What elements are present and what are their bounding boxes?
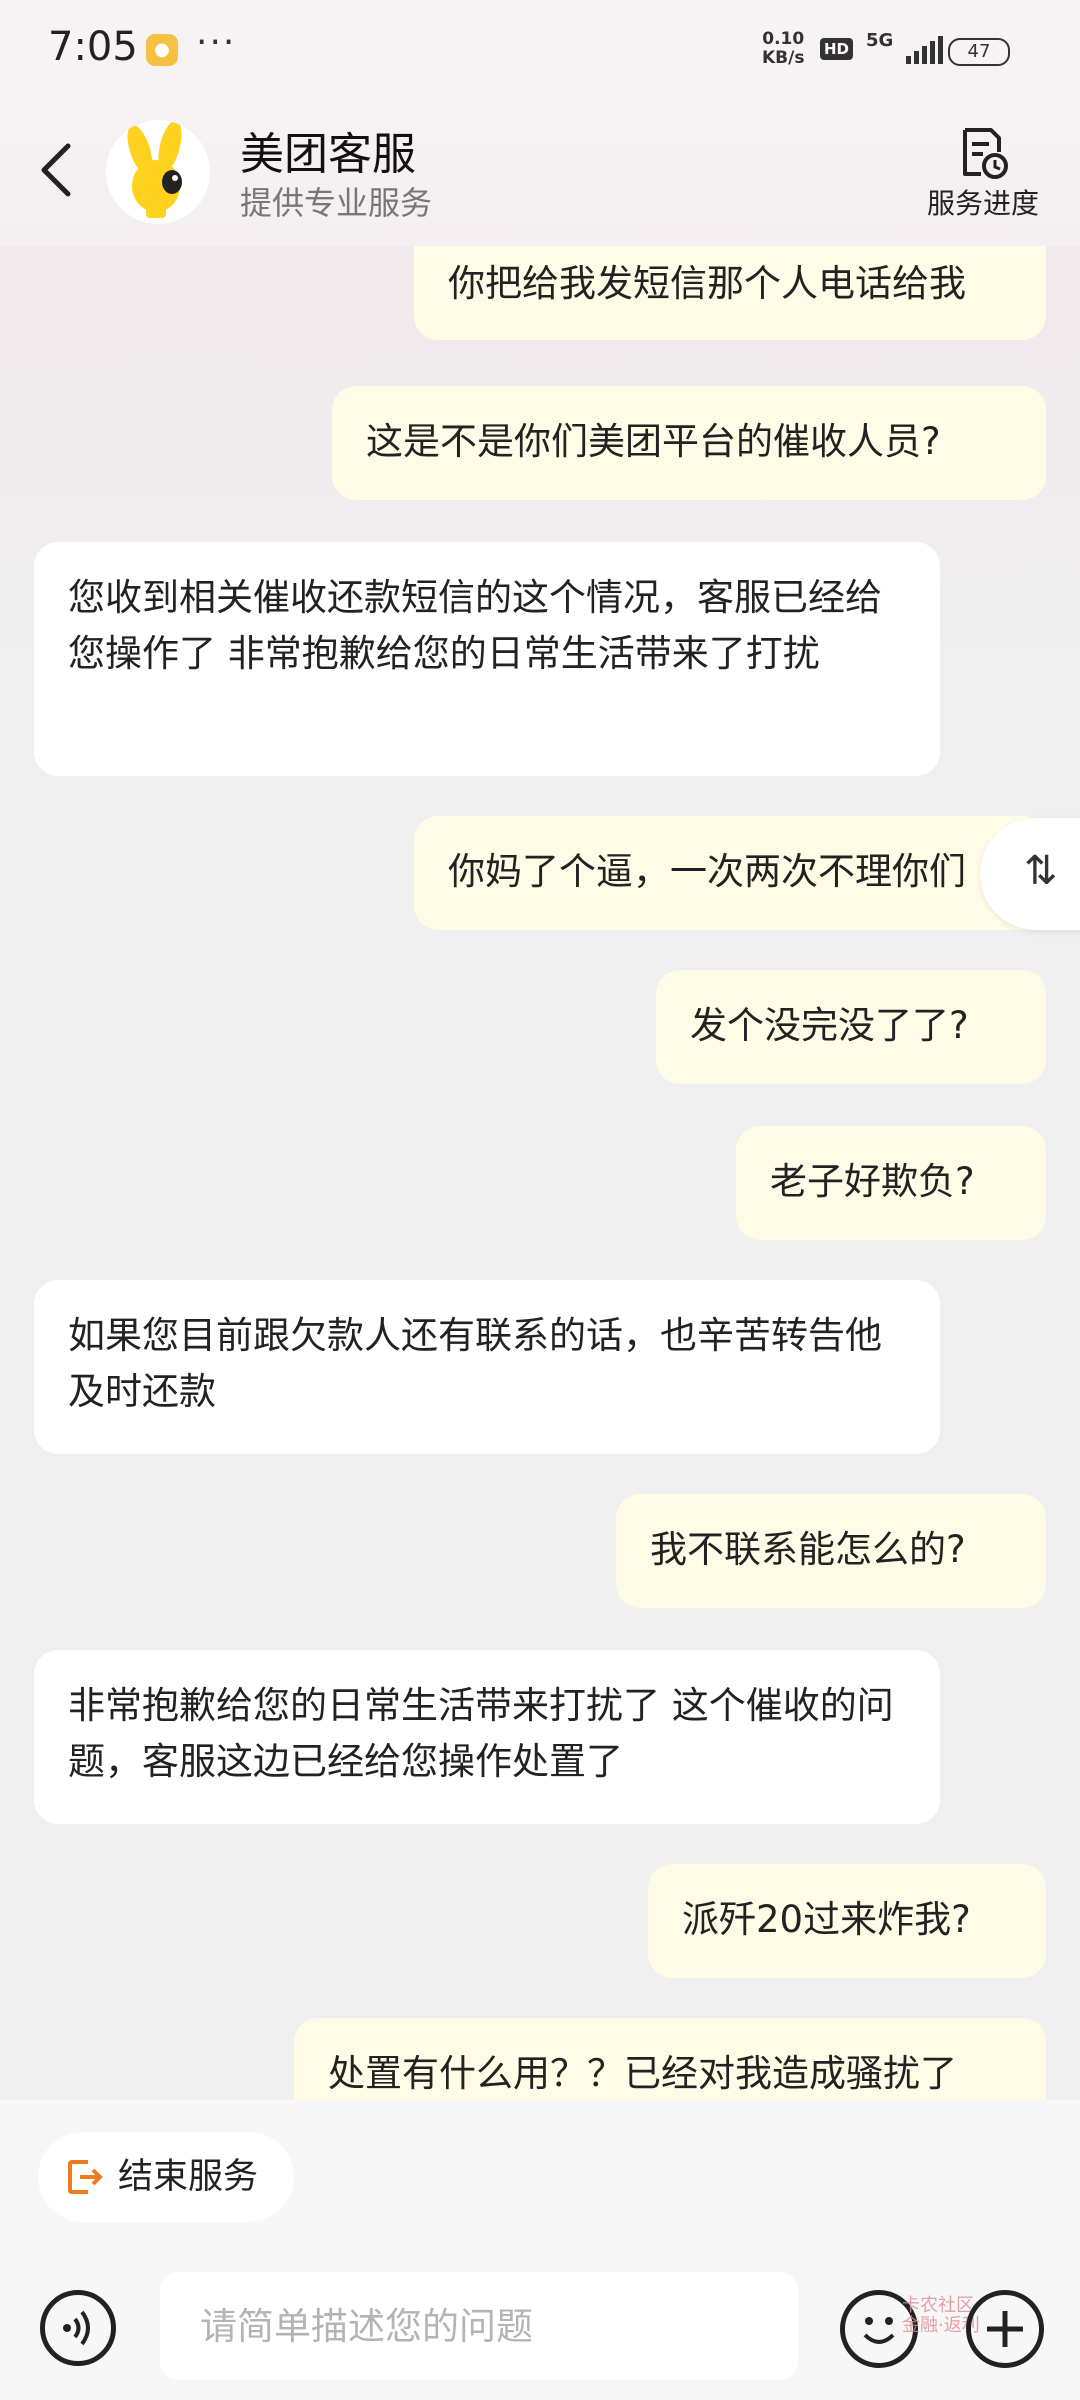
user-message: 老子好欺负? <box>736 1126 1046 1240</box>
voice-icon <box>63 2310 90 2346</box>
mascot-icon <box>127 120 182 218</box>
plus-icon <box>987 2311 1023 2347</box>
notification-icon: ● <box>146 34 178 66</box>
swap-arrows-icon: ⇅ <box>1024 848 1058 894</box>
user-message: 处置有什么用？？已经对我造成骚扰了 <box>294 2018 1046 2100</box>
more-notifications-icon: ··· <box>196 22 237 63</box>
service-progress-icon <box>963 128 1008 179</box>
user-message: 你把给我发短信那个人电话给我 <box>414 246 1046 340</box>
chat-message-list[interactable]: 你把给我发短信那个人电话给我 这是不是你们美团平台的催收人员? 您收到相关催收还… <box>0 246 1080 2100</box>
signal-icon <box>906 36 943 64</box>
back-arrow-icon[interactable] <box>32 140 82 200</box>
user-message: 发个没完没了了? <box>656 970 1046 1084</box>
user-message: 我不联系能怎么的? <box>616 1494 1046 1608</box>
end-service-button[interactable]: 结束服务 <box>38 2132 294 2222</box>
service-progress-label: 服务进度 <box>926 187 1039 220</box>
sort-toggle-button[interactable]: ⇅ <box>980 818 1080 930</box>
service-progress-button[interactable]: 服务进度 <box>918 126 1048 226</box>
voice-input-button[interactable] <box>40 2290 116 2366</box>
hd-icon: HD <box>820 38 854 60</box>
avatar[interactable] <box>106 120 210 224</box>
status-bar: 7:05 ● ··· 0.10 KB/s HD 5G 47 <box>0 0 1080 96</box>
agent-message: 如果您目前跟欠款人还有联系的话，也辛苦转告他及时还款 <box>34 1280 940 1454</box>
network-speed-value: 0.10 <box>762 29 805 49</box>
page-title: 美团客服 <box>240 129 416 180</box>
message-input[interactable] <box>160 2272 798 2380</box>
status-time: 7:05 <box>48 24 138 70</box>
network-speed-unit: KB/s <box>762 48 805 68</box>
agent-message: 非常抱歉给您的日常生活带来打扰了 这个催收的问题，客服这边已经给您操作处置了 <box>34 1650 940 1824</box>
more-options-button[interactable] <box>966 2290 1044 2368</box>
network-speed: 0.10 KB/s <box>762 30 804 68</box>
exit-icon <box>68 2160 103 2194</box>
page-subtitle: 提供专业服务 <box>240 184 433 222</box>
chat-header: 美团客服 提供专业服务 服务进度 <box>0 96 1080 246</box>
user-message: 你妈了个逼，一次两次不理你们 <box>414 816 1046 930</box>
network-type: 5G <box>866 30 894 51</box>
battery-icon: 47 <box>948 38 1010 66</box>
bottom-input-area: 结束服务 卡农社区 金融·返利 <box>0 2100 1080 2400</box>
end-service-label: 结束服务 <box>118 2157 259 2197</box>
user-message: 派歼20过来炸我? <box>648 1864 1046 1978</box>
agent-message: 您收到相关催收还款短信的这个情况，客服已经给您操作了 非常抱歉给您的日常生活带来… <box>34 542 940 776</box>
user-message: 这是不是你们美团平台的催收人员? <box>332 386 1046 500</box>
